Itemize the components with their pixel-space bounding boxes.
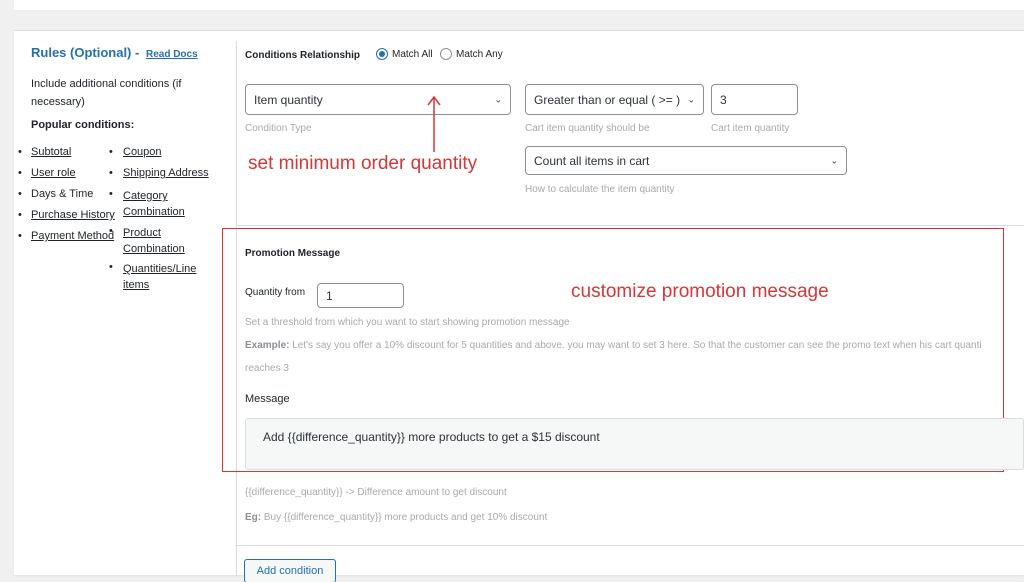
section-divider xyxy=(236,225,1024,226)
condition-type-value: Item quantity xyxy=(254,92,323,107)
match-all-radio[interactable]: Match All xyxy=(376,48,433,60)
add-condition-button[interactable]: Add condition xyxy=(244,559,336,582)
quantity-from-value: 1 xyxy=(326,288,333,303)
quantity-from-input[interactable]: 1 xyxy=(317,283,404,308)
count-mode-value: Count all items in cart xyxy=(534,153,650,168)
threshold-help: Set a threshold from which you want to s… xyxy=(245,317,570,328)
bullet-icon: • xyxy=(109,146,113,158)
condition-link-quantities[interactable]: Quantities/Line items xyxy=(123,261,223,293)
condition-link-purchase-history[interactable]: Purchase History xyxy=(31,209,115,221)
example-body: Let's say you offer a 10% discount for 5… xyxy=(292,340,982,351)
cart-item-quantity-input[interactable]: 3 xyxy=(711,84,798,115)
condition-link-category-combination[interactable]: Category Combination xyxy=(123,188,193,220)
condition-type-select[interactable]: Item quantity ⌄ xyxy=(245,84,511,115)
example-hint-text: Buy {{difference_quantity}} more product… xyxy=(263,512,548,523)
operator-value: Greater than or equal ( >= ) xyxy=(534,92,681,107)
promotion-message-value: Add {{difference_quantity}} more product… xyxy=(263,430,600,444)
rules-sidebar: Rules (Optional) - Read Docs Include add… xyxy=(14,31,234,576)
condition-days-time: Days & Time xyxy=(31,188,94,200)
rules-title: Rules (Optional) - Read Docs xyxy=(31,45,198,60)
radio-unselected-icon[interactable] xyxy=(440,48,452,60)
bullet-icon: • xyxy=(109,167,113,179)
read-docs-link[interactable]: Read Docs xyxy=(146,49,198,60)
chevron-down-icon: ⌄ xyxy=(687,94,695,104)
example-hint-label: Eg: xyxy=(245,512,262,523)
operator-caption: Cart item quantity should be xyxy=(525,123,650,134)
rules-description: Include additional conditions (if necess… xyxy=(31,78,182,108)
arrow-up-icon xyxy=(427,95,441,152)
promotion-heading: Promotion Message xyxy=(245,248,341,259)
example-continuation: reaches 3 xyxy=(245,363,289,374)
chevron-down-icon: ⌄ xyxy=(830,155,838,165)
example-hint: Eg: Buy {{difference_quantity}} more pro… xyxy=(245,512,547,523)
top-bar xyxy=(14,0,1024,10)
rules-title-text: Rules (Optional) - xyxy=(31,45,140,60)
quantity-from-label: Quantity from xyxy=(245,287,306,298)
condition-link-user-role[interactable]: User role xyxy=(31,167,76,179)
bullet-icon: • xyxy=(109,225,113,237)
count-mode-caption: How to calculate the item quantity xyxy=(525,184,675,195)
placeholder-hint: {{difference_quantity}} -> Difference am… xyxy=(245,487,507,498)
example-label: Example: xyxy=(245,340,290,351)
count-mode-select[interactable]: Count all items in cart ⌄ xyxy=(525,146,847,175)
bullet-icon: • xyxy=(18,188,22,200)
condition-link-subtotal[interactable]: Subtotal xyxy=(31,146,71,158)
promotion-message-textarea[interactable]: Add {{difference_quantity}} more product… xyxy=(245,418,1024,470)
condition-link-payment-method[interactable]: Payment Method xyxy=(31,230,114,242)
condition-link-coupon[interactable]: Coupon xyxy=(123,146,162,158)
operator-select[interactable]: Greater than or equal ( >= ) ⌄ xyxy=(525,84,704,115)
match-all-label: Match All xyxy=(392,48,433,60)
example-text: Example: Let's say you offer a 10% disco… xyxy=(245,340,1024,351)
cart-item-quantity-value: 3 xyxy=(720,92,727,107)
match-any-radio[interactable]: Match Any xyxy=(440,48,503,60)
bullet-icon: • xyxy=(109,188,113,200)
footer-divider xyxy=(236,545,1024,546)
annotation-min-order: set minimum order quantity xyxy=(248,153,478,174)
chevron-down-icon: ⌄ xyxy=(494,94,502,104)
bullet-icon: • xyxy=(18,209,22,221)
bullet-icon: • xyxy=(18,146,22,158)
condition-link-product-combination[interactable]: Product Combination xyxy=(123,225,193,257)
bullet-icon: • xyxy=(109,261,113,273)
bullet-icon: • xyxy=(18,167,22,179)
message-label: Message xyxy=(245,393,290,405)
match-any-label: Match Any xyxy=(456,48,503,60)
popular-conditions-heading: Popular conditions: xyxy=(31,119,135,131)
bullet-icon: • xyxy=(18,230,22,242)
condition-type-caption: Condition Type xyxy=(245,123,312,134)
cart-item-quantity-caption: Cart item quantity xyxy=(711,123,790,134)
radio-selected-icon[interactable] xyxy=(376,48,388,60)
rules-panel: Rules (Optional) - Read Docs Include add… xyxy=(14,30,1024,582)
condition-link-shipping-address[interactable]: Shipping Address xyxy=(123,167,209,179)
conditions-relationship-label: Conditions Relationship xyxy=(245,50,360,61)
